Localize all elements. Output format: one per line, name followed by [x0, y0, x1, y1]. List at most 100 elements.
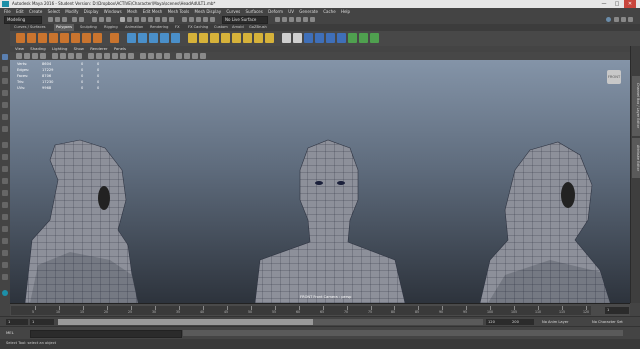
- menu-help[interactable]: Help: [341, 8, 350, 15]
- tab-attribute-editor[interactable]: Attribute Editor: [632, 138, 640, 178]
- render-settings-icon[interactable]: [303, 17, 308, 22]
- single-view-layout-icon[interactable]: [2, 142, 8, 148]
- hypershade-icon[interactable]: [310, 17, 315, 22]
- extrude-icon[interactable]: [188, 33, 197, 43]
- snap-view-icon[interactable]: [203, 17, 208, 22]
- tab-fx[interactable]: FX: [173, 24, 182, 31]
- menu-curves[interactable]: Curves: [226, 8, 240, 15]
- persp-outliner-layout-icon[interactable]: [2, 166, 8, 172]
- snap-curve-icon[interactable]: [189, 17, 194, 22]
- current-frame-field[interactable]: 1: [605, 307, 629, 314]
- last-tool-icon[interactable]: [2, 126, 8, 132]
- right-head-mesh[interactable]: [479, 141, 611, 303]
- smooth-shade-icon[interactable]: [96, 53, 102, 59]
- depth-of-field-icon[interactable]: [164, 53, 170, 59]
- platonic-solid-icon[interactable]: [93, 33, 102, 43]
- motion-blur-icon[interactable]: [148, 53, 154, 59]
- target-weld-icon[interactable]: [243, 33, 252, 43]
- tab-fx-caching[interactable]: FX Caching: [186, 24, 210, 31]
- tab-channel-box[interactable]: Channel Box / Layer Editor: [632, 76, 640, 136]
- menu-edit[interactable]: Edit: [16, 8, 24, 15]
- close-button[interactable]: ✕: [624, 0, 636, 8]
- time-slider-track[interactable]: 5 10 15 20 25 30 35 40 45 50 55 60 65 70 75 80 85 90 95 100…: [11, 306, 591, 315]
- render-view-icon[interactable]: [282, 17, 287, 22]
- sew-uv-icon[interactable]: [359, 33, 368, 43]
- outliner-layout-icon[interactable]: [2, 202, 8, 208]
- uv-editor-layout-icon[interactable]: [2, 250, 8, 256]
- select-component-icon[interactable]: [106, 17, 111, 22]
- separate-icon[interactable]: [138, 33, 147, 43]
- combine-icon[interactable]: [127, 33, 136, 43]
- resolution-gate-icon[interactable]: [68, 53, 74, 59]
- center-head-mesh[interactable]: [254, 139, 406, 303]
- perspective-viewport[interactable]: Verts: 8604 0 0 Edges: 17229 0 0 Faces: …: [10, 60, 630, 303]
- save-scene-icon[interactable]: [62, 17, 67, 22]
- scale-tool-icon[interactable]: [2, 114, 8, 120]
- mask-misc-icon[interactable]: [169, 17, 174, 22]
- snap-live-icon[interactable]: [210, 17, 215, 22]
- menu-create[interactable]: Create: [29, 8, 42, 15]
- start-time-field[interactable]: 1: [6, 319, 28, 325]
- end-time-field[interactable]: 200: [510, 319, 534, 325]
- fill-hole-icon[interactable]: [282, 33, 291, 43]
- poly-cone-icon[interactable]: [49, 33, 58, 43]
- graph-editor-layout-icon[interactable]: [2, 238, 8, 244]
- ipr-render-icon[interactable]: [296, 17, 301, 22]
- tab-polygons[interactable]: Polygons: [54, 24, 74, 31]
- render-icon[interactable]: [289, 17, 294, 22]
- select-hierarchy-icon[interactable]: [92, 17, 97, 22]
- outliner-toggle-icon[interactable]: [628, 17, 633, 22]
- textured-icon[interactable]: [112, 53, 118, 59]
- mask-curves-icon[interactable]: [134, 17, 139, 22]
- minimize-button[interactable]: —: [598, 0, 610, 8]
- rotate-tool-icon[interactable]: [2, 102, 8, 108]
- sidebar-toggle-icon[interactable]: [621, 17, 626, 22]
- persp-uv-layout-icon[interactable]: [2, 190, 8, 196]
- image-plane-icon[interactable]: [40, 53, 46, 59]
- boolean-icon[interactable]: [160, 33, 169, 43]
- view-cube[interactable]: FRONT: [607, 70, 621, 84]
- node-editor-layout-icon[interactable]: [2, 274, 8, 280]
- planar-map-icon[interactable]: [315, 33, 324, 43]
- grid-icon[interactable]: [52, 53, 58, 59]
- mirror-icon[interactable]: [171, 33, 180, 43]
- menu-mesh-tools[interactable]: Mesh Tools: [168, 8, 190, 15]
- menu-mesh[interactable]: Mesh: [127, 8, 138, 15]
- hypershade-layout-icon[interactable]: [2, 214, 8, 220]
- bevel-icon[interactable]: [210, 33, 219, 43]
- select-tool-icon[interactable]: [2, 54, 8, 60]
- mask-surfaces-icon[interactable]: [141, 17, 146, 22]
- xray-icon[interactable]: [184, 53, 190, 59]
- automatic-map-icon[interactable]: [326, 33, 335, 43]
- menu-edit-mesh[interactable]: Edit Mesh: [143, 8, 163, 15]
- maximize-button[interactable]: □: [611, 0, 623, 8]
- use-all-lights-icon[interactable]: [120, 53, 126, 59]
- persp-graph-layout-icon[interactable]: [2, 178, 8, 184]
- select-object-icon[interactable]: [99, 17, 104, 22]
- playback-end-field[interactable]: 120: [486, 319, 510, 325]
- shadows-icon[interactable]: [128, 53, 134, 59]
- open-scene-icon[interactable]: [55, 17, 60, 22]
- menu-windows[interactable]: Windows: [104, 8, 122, 15]
- layout-uv-icon[interactable]: [370, 33, 379, 43]
- four-view-layout-icon[interactable]: [2, 154, 8, 160]
- mask-joints-icon[interactable]: [127, 17, 132, 22]
- menu-file[interactable]: File: [4, 8, 11, 15]
- wireframe-on-shaded-icon[interactable]: [104, 53, 110, 59]
- tab-gozbrush[interactable]: GoZBrush: [247, 24, 269, 31]
- gate-mask-icon[interactable]: [76, 53, 82, 59]
- append-polygon-icon[interactable]: [265, 33, 274, 43]
- super-shape-icon[interactable]: [110, 33, 119, 43]
- history-icon[interactable]: [275, 17, 280, 22]
- playback-start-field[interactable]: 1: [30, 319, 54, 325]
- tab-curves-surfaces[interactable]: Curves / Surfaces: [12, 24, 48, 31]
- menu-generate[interactable]: Generate: [299, 8, 318, 15]
- poly-cube-icon[interactable]: [27, 33, 36, 43]
- uv-editor-icon[interactable]: [304, 33, 313, 43]
- user-icon[interactable]: [606, 17, 611, 22]
- maya-home-icon[interactable]: [2, 290, 8, 296]
- anti-aliasing-icon[interactable]: [156, 53, 162, 59]
- mask-render-icon[interactable]: [162, 17, 167, 22]
- menu-modify[interactable]: Modify: [65, 8, 78, 15]
- insert-edge-loop-icon[interactable]: [232, 33, 241, 43]
